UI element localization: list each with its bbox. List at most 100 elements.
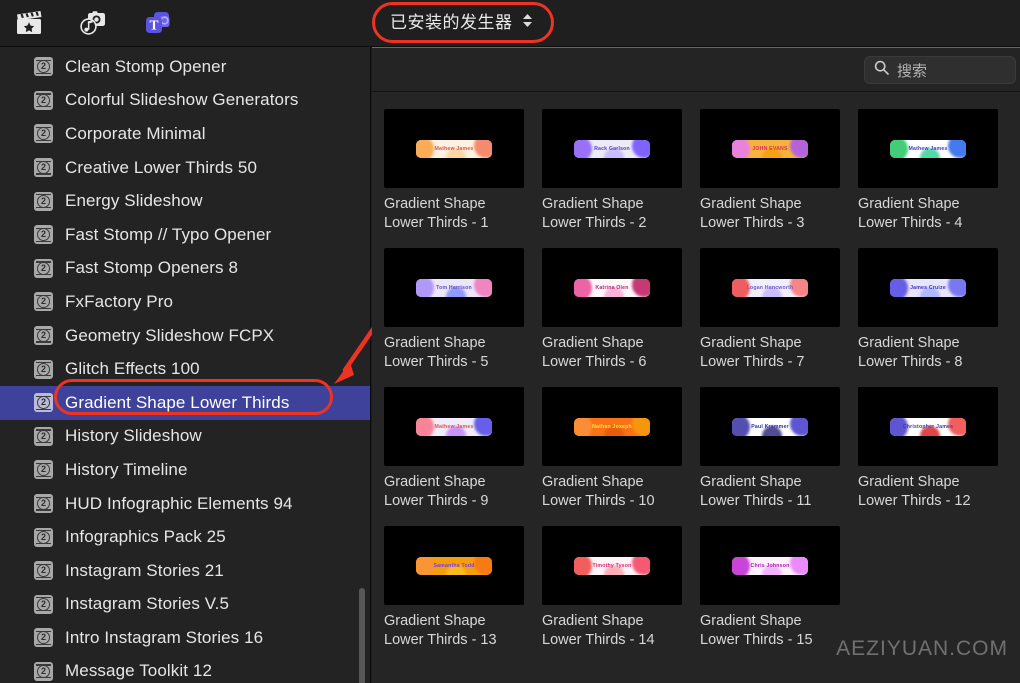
preview-gradient-blob — [790, 417, 808, 436]
generators-grid-scroll[interactable]: Mathew James Gradient Shape Lower Thirds … — [372, 93, 1020, 683]
sidebar-item-label: HUD Infographic Elements 94 — [65, 493, 293, 513]
generator-thumbnail-item[interactable]: Chris Johnson Gradient Shape Lower Thirds… — [700, 526, 858, 665]
chevron-up-down-icon — [522, 13, 533, 28]
preview-gradient-blob — [574, 278, 592, 297]
generator-badge-icon: 2 — [34, 561, 53, 581]
preview-gradient-blob — [790, 139, 808, 158]
sidebar-item[interactable]: 2 Gradient Shape Lower Thirds — [0, 385, 370, 420]
sidebar-item-label: History Timeline — [65, 459, 188, 479]
sidebar-item-label: Energy Slideshow — [65, 191, 203, 211]
sidebar-item[interactable]: 2 Energy Slideshow — [0, 184, 370, 218]
generator-thumbnail-item[interactable]: Paul Krammer Gradient Shape Lower Thirds … — [700, 387, 858, 526]
generator-thumbnail-item[interactable]: Mathew James Gradient Shape Lower Thirds … — [384, 109, 542, 248]
generator-preview[interactable]: Tom Harrison — [384, 248, 524, 327]
generators-sidebar[interactable]: 2 Clean Stomp Opener 2 Colorful Slideshow G… — [0, 47, 371, 683]
preview-gradient-blob — [474, 556, 492, 575]
sidebar-item[interactable]: 2 Geometry Slideshow FCPX — [0, 319, 370, 353]
preview-gradient-blob — [732, 556, 750, 575]
generator-preview[interactable]: Rack Garlson — [542, 109, 682, 188]
generator-category-popup[interactable]: 已安装的发生器 — [378, 5, 547, 37]
generator-badge-icon: 2 — [34, 460, 53, 480]
generator-thumbnail-item[interactable]: Samantha Todd Gradient Shape Lower Thirds… — [384, 526, 542, 665]
preview-gradient-blob — [948, 278, 966, 297]
sidebar-item[interactable]: 2 Instagram Stories 21 — [0, 554, 370, 588]
generator-thumbnail-item[interactable]: James Cruize Gradient Shape Lower Thirds … — [858, 248, 1016, 387]
generator-caption: Gradient Shape Lower Thirds - 13 — [384, 613, 497, 648]
generator-preview[interactable]: Timothy Tyson — [542, 526, 682, 605]
generator-preview[interactable]: Samantha Todd — [384, 526, 524, 605]
preview-gradient-blob — [474, 139, 492, 158]
generator-preview[interactable]: Mathew James — [384, 387, 524, 466]
lower-third-preview-graphic: James Cruize — [890, 278, 966, 297]
titles-generators-icon[interactable]: T — [138, 5, 176, 41]
sidebar-item-label: Clean Stomp Opener — [65, 56, 227, 76]
sidebar-item[interactable]: 2 Infographics Pack 25 — [0, 520, 370, 554]
generator-thumbnail-item[interactable]: Christopher James Gradient Shape Lower Th… — [858, 387, 1016, 526]
sidebar-item[interactable]: 2 Creative Lower Thirds 50 — [0, 151, 370, 185]
preview-name-text: Mathew James — [434, 423, 474, 430]
preview-gradient-blob — [732, 417, 750, 436]
search-field[interactable]: 搜索 — [864, 56, 1016, 84]
sidebar-item[interactable]: 2 Message Toolkit 12 — [0, 655, 370, 683]
preview-gradient-blob — [632, 278, 650, 297]
sidebar-item[interactable]: 2 HUD Infographic Elements 94 — [0, 487, 370, 521]
generator-thumbnail-item[interactable]: Mathew James Gradient Shape Lower Thirds … — [384, 387, 542, 526]
generator-thumbnail-item[interactable]: Timothy Tyson Gradient Shape Lower Thirds… — [542, 526, 700, 665]
generator-thumbnail-item[interactable]: Logan Hancworth Gradient Shape Lower Thir… — [700, 248, 858, 387]
generator-preview[interactable]: Christopher James — [858, 387, 998, 466]
generator-thumbnail-item[interactable]: Nathan Joseph Gradient Shape Lower Thirds… — [542, 387, 700, 526]
preview-gradient-blob — [416, 417, 434, 436]
effects-clapperboard-icon[interactable] — [10, 5, 48, 41]
generator-preview[interactable]: Nathan Joseph — [542, 387, 682, 466]
preview-name-text: JOHN EVANS — [752, 145, 788, 152]
preview-gradient-blob — [732, 139, 750, 158]
sidebar-item[interactable]: 2 Corporate Minimal — [0, 117, 370, 151]
generator-preview[interactable]: Katrina Olen — [542, 248, 682, 327]
lower-third-preview-graphic: Rack Garlson — [574, 139, 650, 158]
preview-name-text: Paul Krammer — [751, 423, 789, 430]
generator-thumbnail-item[interactable]: Tom Harrison Gradient Shape Lower Thirds … — [384, 248, 542, 387]
preview-gradient-blob — [416, 278, 434, 297]
generator-badge-icon: 2 — [34, 90, 53, 110]
generator-badge-icon: 2 — [34, 124, 53, 144]
generators-browser-panel: 搜索 Mathew James Gradient Shape Lower Thir… — [372, 47, 1020, 683]
sidebar-item-label: Creative Lower Thirds 50 — [65, 157, 258, 177]
generator-preview[interactable]: JOHN EVANS — [700, 109, 840, 188]
sidebar-item[interactable]: 2 Glitch Effects 100 — [0, 352, 370, 386]
sidebar-item[interactable]: 2 Clean Stomp Opener — [0, 50, 370, 84]
preview-name-text: Nathan Joseph — [592, 423, 632, 430]
browser-toolbar: 搜索 — [372, 48, 1020, 92]
sidebar-item[interactable]: 2 Instagram Stories V.5 — [0, 588, 370, 622]
preview-gradient-blob — [948, 139, 966, 158]
generator-badge-icon: 2 — [34, 628, 53, 648]
preview-gradient-blob — [632, 556, 650, 575]
generator-preview[interactable]: Paul Krammer — [700, 387, 840, 466]
sidebar-item[interactable]: 2 Fast Stomp Openers 8 — [0, 252, 370, 286]
generator-preview[interactable]: Mathew James — [384, 109, 524, 188]
generator-caption: Gradient Shape Lower Thirds - 2 — [542, 196, 647, 231]
sidebar-item[interactable]: 2 Intro Instagram Stories 16 — [0, 621, 370, 655]
sidebar-item[interactable]: 2 History Timeline — [0, 453, 370, 487]
generator-preview[interactable]: Logan Hancworth — [700, 248, 840, 327]
search-icon — [874, 60, 889, 80]
sidebar-item[interactable]: 2 Colorful Slideshow Generators — [0, 84, 370, 118]
generator-thumbnail-item[interactable]: Rack Garlson Gradient Shape Lower Thirds … — [542, 109, 700, 248]
generator-thumbnail-item[interactable]: JOHN EVANS Gradient Shape Lower Thirds - … — [700, 109, 858, 248]
generator-thumbnail-item[interactable]: Mathew James Gradient Shape Lower Thirds … — [858, 109, 1016, 248]
generator-caption: Gradient Shape Lower Thirds - 15 — [700, 613, 813, 648]
sidebar-item-label: Infographics Pack 25 — [65, 527, 226, 547]
top-toolbar: T 已安装的发生器 — [0, 0, 1020, 47]
generators-list: 2 Clean Stomp Opener 2 Colorful Slideshow G… — [0, 47, 370, 683]
generator-preview[interactable]: James Cruize — [858, 248, 998, 327]
generator-caption: Gradient Shape Lower Thirds - 11 — [700, 474, 812, 509]
generator-category-label: 已安装的发生器 — [390, 13, 513, 32]
sidebar-scrollbar[interactable] — [359, 588, 365, 683]
music-photo-icon[interactable] — [74, 5, 112, 41]
preview-gradient-blob — [416, 139, 434, 158]
sidebar-item[interactable]: 2 History Slideshow — [0, 420, 370, 454]
generator-thumbnail-item[interactable]: Katrina Olen Gradient Shape Lower Thirds … — [542, 248, 700, 387]
sidebar-item[interactable]: 2 FxFactory Pro — [0, 285, 370, 319]
sidebar-item[interactable]: 2 Fast Stomp // Typo Opener — [0, 218, 370, 252]
generator-preview[interactable]: Mathew James — [858, 109, 998, 188]
generator-preview[interactable]: Chris Johnson — [700, 526, 840, 605]
